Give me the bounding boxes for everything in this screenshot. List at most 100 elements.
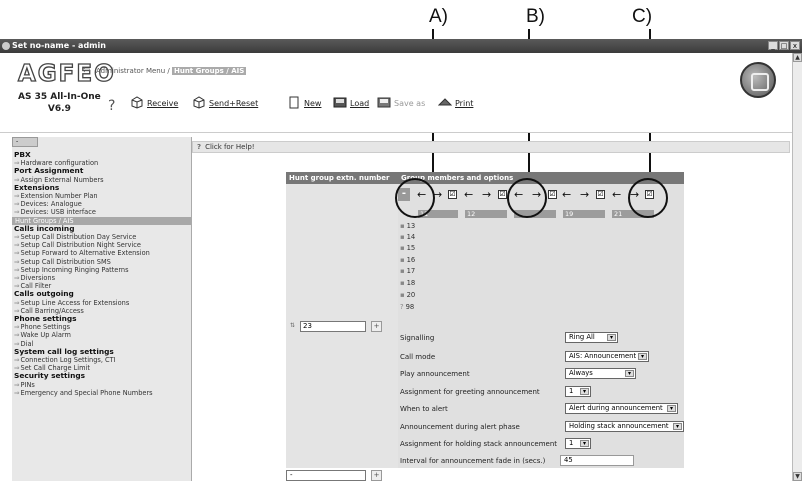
agfeo-round-logo-icon xyxy=(740,62,776,98)
move-right-arrow-icon[interactable]: → xyxy=(482,187,491,203)
announcement-alert-phase-value: Holding stack announcement xyxy=(569,422,669,430)
sidebar-item[interactable]: ⇒Emergency and Special Phone Numbers xyxy=(12,389,191,397)
callout-b-label: B) xyxy=(526,6,545,27)
model-version: V6.9 xyxy=(47,104,71,114)
move-left-arrow-icon[interactable]: ← xyxy=(562,187,571,203)
help-bar[interactable]: ? Click for Help! xyxy=(192,141,790,153)
help-bar-icon: ? xyxy=(197,143,202,151)
minimize-button[interactable]: _ xyxy=(768,41,778,50)
option-label-call-mode: Call mode xyxy=(400,353,436,361)
sidebar-item[interactable]: ⇒Setup Call Distribution Day Service xyxy=(12,233,191,241)
add-extension-button[interactable]: + xyxy=(371,321,382,332)
sidebar-item-label: Setup Call Distribution Day Service xyxy=(20,233,137,242)
member-number: 16 xyxy=(406,256,416,264)
breadcrumb-admin[interactable]: Administrator Menu / xyxy=(96,67,170,75)
sidebar-item[interactable]: ⇒Setup Call Distribution SMS xyxy=(12,258,191,266)
member-item[interactable]: ▪ 20 xyxy=(400,291,415,299)
holding-stack-assignment-select[interactable]: 1 ▾ xyxy=(565,438,591,449)
member-item[interactable]: ▪ 15 xyxy=(400,244,415,252)
sidebar-item-label: Diversions xyxy=(20,274,56,283)
app-icon xyxy=(2,42,10,50)
announcement-alert-phase-select[interactable]: Holding stack announcement ▾ xyxy=(565,421,684,432)
fade-interval-input[interactable]: 45 xyxy=(560,455,634,466)
arrow-right-icon: ⇒ xyxy=(14,323,20,332)
greeting-assignment-select[interactable]: 1 ▾ xyxy=(565,386,591,397)
sidebar-item-label: Setup Call Distribution SMS xyxy=(20,257,111,266)
member-item[interactable]: ? 98 xyxy=(400,303,414,311)
back-arrow-icon[interactable]: ⇦ xyxy=(82,65,90,76)
sidebar-list: PBX ⇒Hardware configuration Port Assignmen… xyxy=(12,150,191,397)
vertical-scrollbar[interactable]: ▲ ▼ xyxy=(792,53,802,481)
option-label-play-announcement: Play announcement xyxy=(400,370,470,378)
sidebar-item-label: Setup Incoming Ringing Patterns xyxy=(20,265,129,274)
member-checkbox[interactable]: ☑ xyxy=(448,190,457,199)
move-right-arrow-icon[interactable]: → xyxy=(580,187,589,203)
call-mode-select[interactable]: AIS: Announcement ▾ xyxy=(565,351,649,362)
callout-c-circle xyxy=(628,178,668,218)
new-button[interactable]: New xyxy=(287,96,321,109)
load-label: Load xyxy=(350,99,370,108)
sidebar-section-heading: Security settings xyxy=(14,371,86,381)
move-left-arrow-icon[interactable]: ← xyxy=(612,187,621,203)
sidebar-item[interactable]: ⇒Extension Number Plan xyxy=(12,192,191,200)
receive-button[interactable]: Receive xyxy=(130,96,178,109)
group-member-cell[interactable]: 12 xyxy=(465,210,507,218)
sidebar-item[interactable]: ⇒Wake Up Alarm xyxy=(12,331,191,339)
member-item[interactable]: ▪ 16 xyxy=(400,256,415,264)
send-reset-button[interactable]: Send+Reset xyxy=(192,96,258,109)
call-mode-value: AIS: Announcement xyxy=(569,352,637,360)
sidebar-item[interactable]: ⇒Setup Call Distribution Night Service xyxy=(12,241,191,249)
sidebar-item[interactable]: ⇒Phone Settings xyxy=(12,323,191,331)
member-item[interactable]: ▪ 17 xyxy=(400,267,415,275)
help-icon[interactable]: ? xyxy=(108,98,115,114)
option-label-holding-stack-assignment: Assignment for holding stack announcemen… xyxy=(400,440,558,448)
member-checkbox[interactable]: ☑ xyxy=(596,190,605,199)
sidebar-item[interactable]: ⇒Devices: USB interface xyxy=(12,208,191,216)
sidebar-section-heading: Calls incoming xyxy=(14,223,75,233)
extension-number-input[interactable]: 23 xyxy=(300,321,366,332)
arrow-right-icon: ⇒ xyxy=(14,265,20,274)
sidebar-section-heading: PBX xyxy=(14,150,31,159)
when-to-alert-value: Alert during announcement xyxy=(569,404,663,412)
extension-number-input-2[interactable]: - xyxy=(286,470,366,481)
member-item[interactable]: ▪ 13 xyxy=(400,222,415,230)
arrow-right-icon: ⇒ xyxy=(14,356,20,365)
member-number: 98 xyxy=(405,303,415,311)
option-label-announcement-alert-phase: Announcement during alert phase xyxy=(400,423,520,431)
member-item[interactable]: ▪ 18 xyxy=(400,279,415,287)
sidebar-item-label: Wake Up Alarm xyxy=(20,331,71,340)
save-as-button[interactable]: Save as xyxy=(377,96,425,109)
sidebar-section-heading: Phone settings xyxy=(14,314,77,324)
member-checkbox[interactable]: ☑ xyxy=(498,190,507,199)
sidebar-item[interactable]: ⇒Connection Log Settings, CTI xyxy=(12,356,191,364)
scroll-down-button[interactable]: ▼ xyxy=(793,472,802,481)
sidebar-item[interactable]: ⇒Setup Line Access for Extensions xyxy=(12,299,191,307)
save-as-label: Save as xyxy=(394,99,426,108)
member-number: 17 xyxy=(406,267,416,275)
member-checkbox[interactable]: ☑ xyxy=(548,190,557,199)
sidebar-item[interactable]: ⇒Setup Incoming Ringing Patterns xyxy=(12,266,191,274)
sidebar-collapse-button[interactable]: - xyxy=(12,137,38,147)
print-button[interactable]: Print xyxy=(438,96,473,109)
maximize-button[interactable]: □ xyxy=(779,41,789,50)
signalling-select[interactable]: Ring All ▾ xyxy=(565,332,618,343)
scroll-up-button[interactable]: ▲ xyxy=(793,53,802,62)
play-announcement-value: Always xyxy=(569,369,593,377)
group-member-cell[interactable]: 19 xyxy=(563,210,605,218)
chevron-down-icon: ▾ xyxy=(580,388,589,395)
load-button[interactable]: Load xyxy=(333,96,369,109)
sidebar-item[interactable]: ⇒Diversions xyxy=(12,274,191,282)
sidebar-item[interactable]: ⇒Setup Forward to Alternative Extension xyxy=(12,249,191,257)
callout-a-circle xyxy=(395,178,435,218)
add-extension-button-2[interactable]: + xyxy=(371,470,382,481)
move-left-arrow-icon[interactable]: ← xyxy=(464,187,473,203)
play-announcement-select[interactable]: Always ▾ xyxy=(565,368,636,379)
sidebar-item[interactable]: ⇒PINs xyxy=(12,381,191,389)
sidebar-item-label: Setup Call Distribution Night Service xyxy=(20,241,141,250)
member-item[interactable]: ▪ 14 xyxy=(400,233,415,241)
close-button[interactable]: x xyxy=(790,41,800,50)
greeting-assignment-value: 1 xyxy=(569,387,574,395)
when-to-alert-select[interactable]: Alert during announcement ▾ xyxy=(565,403,678,414)
sidebar-item[interactable]: ⇒Devices: Analogue xyxy=(12,200,191,208)
sidebar-section-heading: Extensions xyxy=(14,182,60,192)
